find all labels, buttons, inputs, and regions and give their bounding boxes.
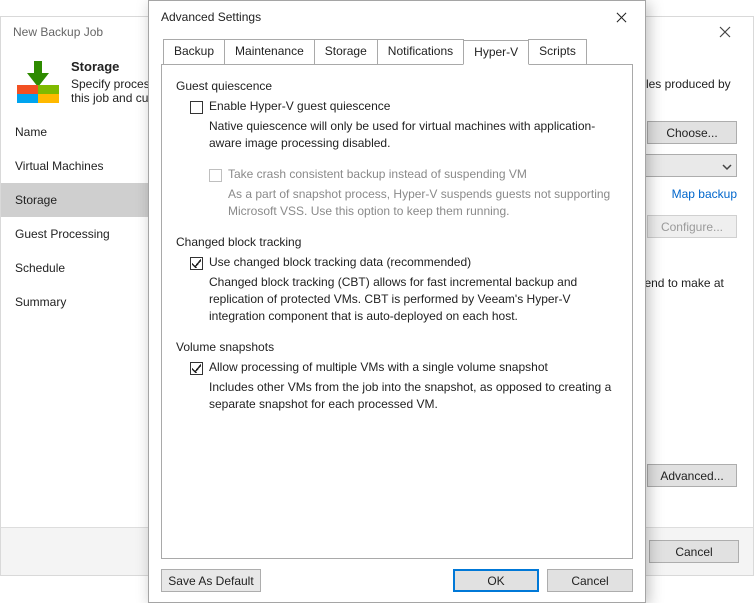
crash-consistent-checkbox xyxy=(209,169,222,182)
cancel-button[interactable]: Cancel xyxy=(547,569,633,592)
crash-consistent-label: Take crash consistent backup instead of … xyxy=(228,167,618,181)
advanced-button[interactable]: Advanced... xyxy=(647,464,737,487)
enable-quiescence-row[interactable]: Enable Hyper-V guest quiescence xyxy=(190,99,618,114)
wizard-cancel-button[interactable]: Cancel xyxy=(649,540,739,563)
advanced-title: Advanced Settings xyxy=(161,10,599,24)
configure-button: Configure... xyxy=(647,215,737,238)
enable-quiescence-desc: Native quiescence will only be used for … xyxy=(209,118,618,153)
choose-button[interactable]: Choose... xyxy=(647,121,737,144)
enable-quiescence-checkbox[interactable] xyxy=(190,101,203,114)
crash-consistent-row: Take crash consistent backup instead of … xyxy=(209,167,618,182)
crash-consistent-desc: As a part of snapshot process, Hyper-V s… xyxy=(228,186,618,221)
ok-button[interactable]: OK xyxy=(453,569,539,592)
tab-backup[interactable]: Backup xyxy=(163,39,225,64)
nav-item-guest-processing[interactable]: Guest Processing xyxy=(1,217,161,251)
use-cbt-checkbox[interactable] xyxy=(190,257,203,270)
close-icon xyxy=(719,26,731,38)
group-volume-snapshots: Volume snapshots xyxy=(176,340,618,354)
advanced-titlebar: Advanced Settings xyxy=(149,1,645,33)
use-cbt-row[interactable]: Use changed block tracking data (recomme… xyxy=(190,255,618,270)
tabpanel-hyper-v: Guest quiescence Enable Hyper-V guest qu… xyxy=(161,64,633,559)
allow-single-snapshot-desc: Includes other VMs from the job into the… xyxy=(209,379,618,414)
advanced-footer: Save As Default OK Cancel xyxy=(149,559,645,602)
group-cbt: Changed block tracking xyxy=(176,235,618,249)
tab-maintenance[interactable]: Maintenance xyxy=(224,39,315,64)
nav-item-name[interactable]: Name xyxy=(1,115,161,149)
use-cbt-label: Use changed block tracking data (recomme… xyxy=(209,255,618,269)
wizard-nav: Name Virtual Machines Storage Guest Proc… xyxy=(1,111,161,541)
save-as-default-button[interactable]: Save As Default xyxy=(161,569,261,592)
nav-item-summary[interactable]: Summary xyxy=(1,285,161,319)
nav-item-storage[interactable]: Storage xyxy=(1,183,161,217)
use-cbt-desc: Changed block tracking (CBT) allows for … xyxy=(209,274,618,326)
tabstrip: Backup Maintenance Storage Notifications… xyxy=(161,39,633,64)
allow-single-snapshot-label: Allow processing of multiple VMs with a … xyxy=(209,360,618,374)
tab-notifications[interactable]: Notifications xyxy=(377,39,464,64)
nav-item-virtual-machines[interactable]: Virtual Machines xyxy=(1,149,161,183)
advanced-settings-dialog: Advanced Settings Backup Maintenance Sto… xyxy=(148,0,646,603)
chevron-down-icon xyxy=(722,161,732,171)
wizard-close-button[interactable] xyxy=(705,18,745,46)
allow-single-snapshot-checkbox[interactable] xyxy=(190,362,203,375)
group-guest-quiescence: Guest quiescence xyxy=(176,79,618,93)
tab-hyper-v[interactable]: Hyper-V xyxy=(463,40,529,65)
close-icon xyxy=(616,12,627,23)
advanced-close-button[interactable] xyxy=(599,3,643,31)
allow-single-snapshot-row[interactable]: Allow processing of multiple VMs with a … xyxy=(190,360,618,375)
tab-scripts[interactable]: Scripts xyxy=(528,39,587,64)
enable-quiescence-label: Enable Hyper-V guest quiescence xyxy=(209,99,618,113)
storage-download-icon xyxy=(17,61,59,103)
tab-storage[interactable]: Storage xyxy=(314,39,378,64)
nav-item-schedule[interactable]: Schedule xyxy=(1,251,161,285)
